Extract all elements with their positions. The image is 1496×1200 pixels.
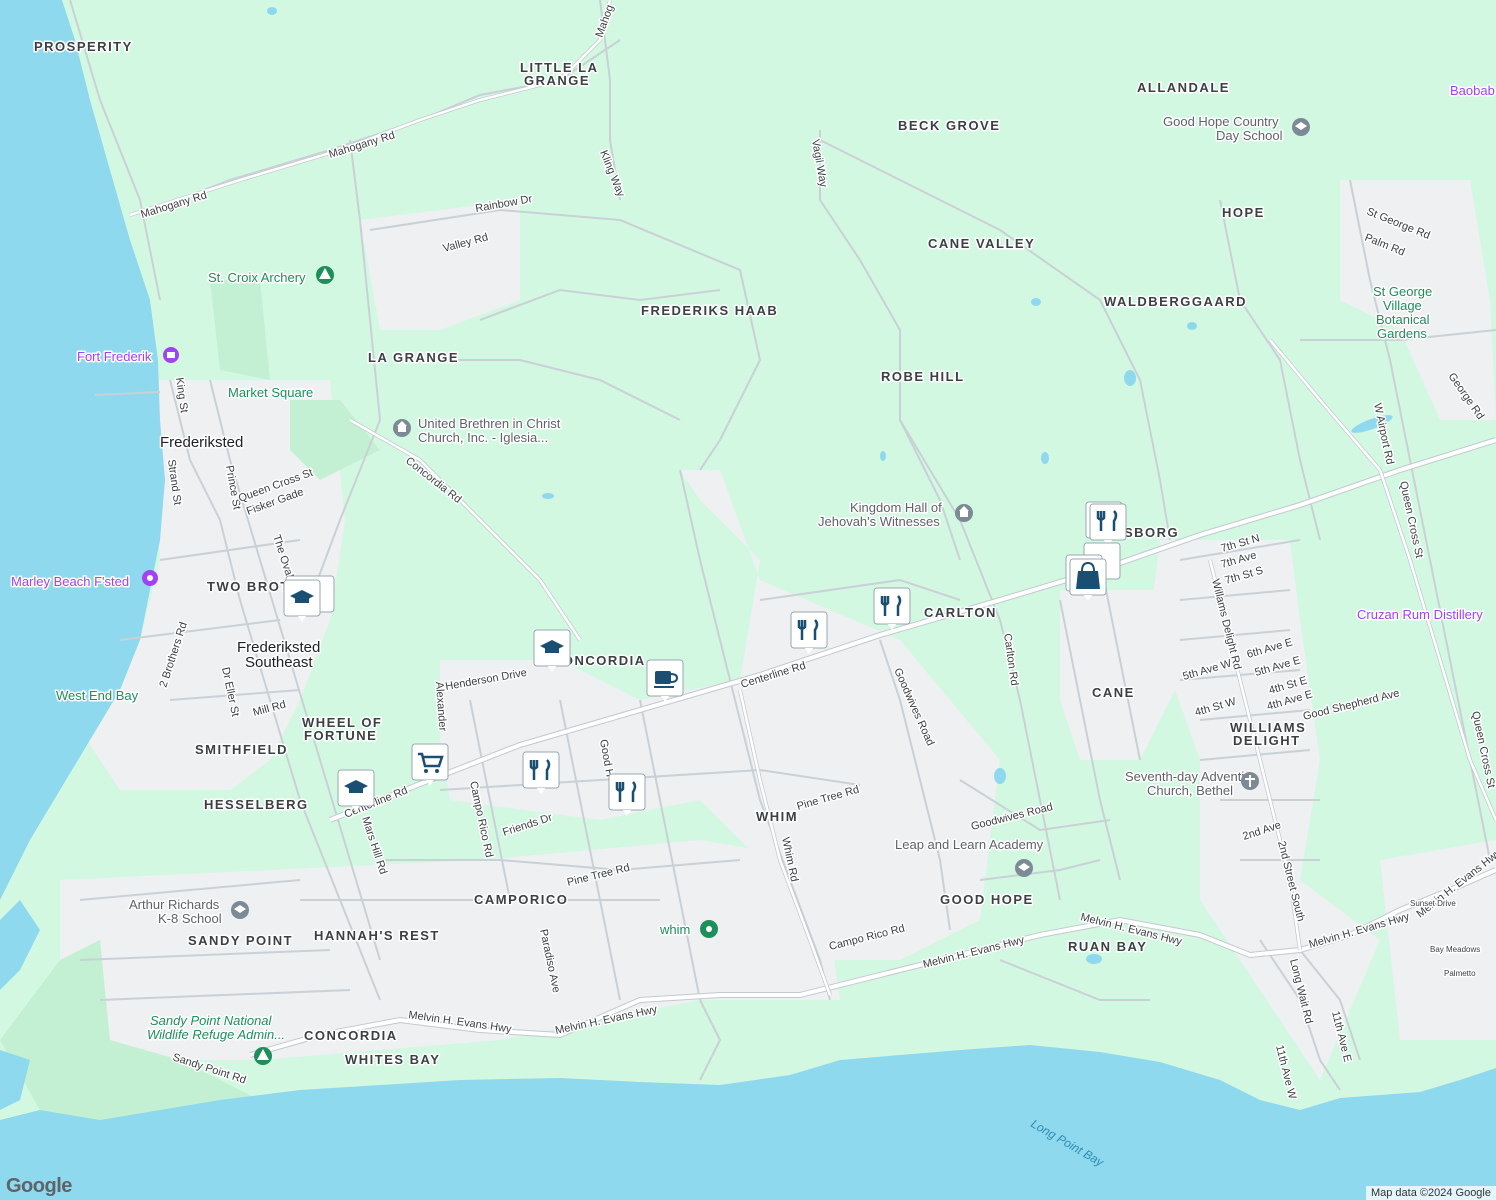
poi-label-seventh-day-1: Seventh-day Adventist <box>1125 769 1255 784</box>
town-label-frederiksted-southeast-2: Southeast <box>245 654 313 671</box>
area-label-hannahs-rest: HANNAH'S REST <box>314 928 440 943</box>
restaurant-marker[interactable] <box>608 773 646 816</box>
camera-icon[interactable] <box>142 570 158 586</box>
poi-label-kingdom-hall-1: Kingdom Hall of <box>850 500 942 515</box>
town-label-frederiksted: Frederiksted <box>160 434 243 451</box>
area-label-whites-bay: WHITES BAY <box>345 1052 440 1067</box>
school-marker[interactable] <box>337 769 375 812</box>
poi-label-baobab: Baobab <box>1450 83 1495 98</box>
map-attribution: Map data ©2024 Google <box>1365 1186 1496 1200</box>
poi-label-kingdom-hall-2: Jehovah's Witnesses <box>818 514 940 529</box>
area-label-smithfield: SMITHFIELD <box>195 742 288 757</box>
restaurant-marker[interactable] <box>790 611 828 654</box>
area-label-ruan-bay: RUAN BAY <box>1068 939 1147 954</box>
area-label-camporico: CAMPORICO <box>474 892 568 907</box>
area-label-waldberggaard: WALDBERGGAARD <box>1104 294 1247 309</box>
road-label-sunset-drive: Sunset Drive <box>1410 899 1456 908</box>
school-icon[interactable] <box>231 901 249 919</box>
poi-label-market-square: Market Square <box>228 385 313 400</box>
poi-label-sandy-point-refuge-2: Wildlife Refuge Admin... <box>147 1027 285 1042</box>
poi-label-st-george-3: Botanical <box>1376 312 1430 327</box>
poi-label-st-george-1: St George <box>1373 284 1432 299</box>
area-label-hesselberg: HESSELBERG <box>204 797 309 812</box>
area-label-enfield-green: SBORG <box>1124 525 1179 540</box>
google-logo: Google <box>6 1175 72 1197</box>
poi-label-leap-and-learn: Leap and Learn Academy <box>895 837 1044 852</box>
church-icon[interactable] <box>955 504 973 522</box>
poi-label-sandy-point-refuge-1: Sandy Point National <box>150 1013 273 1028</box>
map-canvas[interactable]: PROSPERITY LITTLE LA GRANGE ALLANDALE BE… <box>0 0 1496 1200</box>
school-icon[interactable] <box>1015 859 1033 877</box>
area-label-prosperity: PROSPERITY <box>34 39 133 54</box>
poi-label-whim: whim <box>659 922 690 937</box>
poi-label-united-brethren-1: United Brethren in Christ <box>418 416 561 431</box>
restaurant-marker[interactable] <box>873 587 911 630</box>
poi-label-fort-frederik: Fort Frederik <box>77 349 152 364</box>
church-icon[interactable] <box>393 419 411 437</box>
poi-label-united-brethren-2: Church, Inc. - Iglesia... <box>418 430 548 445</box>
flower-icon[interactable] <box>700 920 718 938</box>
road-label-bay-meadows: Bay Meadows <box>1430 945 1480 954</box>
area-label-little-la-grange-2: GRANGE <box>524 73 590 88</box>
museum-icon[interactable] <box>163 347 179 363</box>
school-marker[interactable] <box>533 629 571 672</box>
poi-label-arthur-richards-2: K-8 School <box>158 911 222 926</box>
area-label-allandale: ALLANDALE <box>1137 80 1230 95</box>
poi-label-west-end-bay: West End Bay <box>56 688 139 703</box>
area-label-williams-delight-2: DELIGHT <box>1233 733 1301 748</box>
poi-label-st-george-2: Village <box>1383 298 1422 313</box>
poi-label-seventh-day-2: Church, Bethel <box>1147 783 1233 798</box>
poi-label-arthur-richards-1: Arthur Richards <box>129 897 220 912</box>
area-label-la-grange: LA GRANGE <box>368 350 459 365</box>
restaurant-marker[interactable] <box>522 751 560 794</box>
area-label-cane: CANE <box>1092 685 1135 700</box>
poi-label-cruzan: Cruzan Rum Distillery <box>1357 607 1483 622</box>
area-label-hope: HOPE <box>1222 205 1265 220</box>
area-label-wheel-of-fortune-2: FORTUNE <box>304 728 377 743</box>
tree-icon[interactable] <box>254 1047 272 1065</box>
poi-label-good-hope-school-2: Day School <box>1216 128 1283 143</box>
area-label-good-hope: GOOD HOPE <box>940 892 1034 907</box>
area-label-concordia-south: CONCORDIA <box>304 1028 398 1043</box>
area-label-robe-hill: ROBE HILL <box>881 369 965 384</box>
area-label-cane-valley: CANE VALLEY <box>928 236 1035 251</box>
cross-icon[interactable] <box>1241 772 1259 790</box>
poi-label-st-croix-archery: St. Croix Archery <box>208 270 306 285</box>
area-label-beck-grove: BECK GROVE <box>898 118 1000 133</box>
road-label-palmetto: Palmetto <box>1444 969 1476 978</box>
restaurant-marker[interactable] <box>1085 501 1127 546</box>
grocery-marker[interactable] <box>411 743 449 786</box>
tree-icon[interactable] <box>316 266 334 284</box>
cafe-marker[interactable] <box>646 659 684 702</box>
school-icon[interactable] <box>1292 118 1310 136</box>
area-label-sandy-point: SANDY POINT <box>188 933 293 948</box>
area-label-frederiks-haab: FREDERIKS HAAB <box>641 303 778 318</box>
poi-label-marley-beach: Marley Beach F'sted <box>11 574 129 589</box>
area-label-carlton: CARLTON <box>924 605 997 620</box>
poi-label-st-george-4: Gardens <box>1377 326 1427 341</box>
area-label-whim: WHIM <box>756 809 798 824</box>
poi-label-good-hope-school-1: Good Hope Country <box>1163 114 1279 129</box>
